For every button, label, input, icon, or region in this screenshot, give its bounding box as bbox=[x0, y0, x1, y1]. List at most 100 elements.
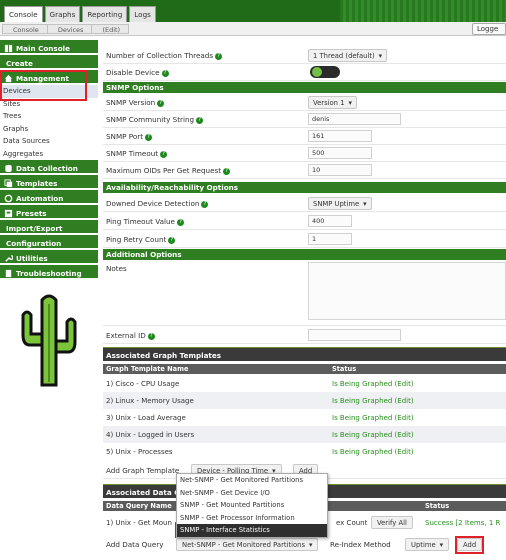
sidebar-configuration-label: Configuration bbox=[6, 238, 62, 248]
help-icon[interactable]: ? bbox=[145, 133, 153, 141]
external-id-row: External ID? bbox=[103, 327, 506, 344]
ping-retry-row: Ping Retry Count? 1 bbox=[103, 231, 506, 248]
snmp-port-input[interactable]: 161 bbox=[308, 130, 372, 142]
data-query-select[interactable]: Net-SNMP - Get Monitored Partitions bbox=[176, 538, 319, 551]
collection-threads-row: Number of Collection Threads? 1 Thread (… bbox=[103, 47, 506, 64]
downed-device-label: Downed Device Detection? bbox=[106, 199, 209, 208]
logout-button[interactable]: Logge bbox=[472, 23, 506, 35]
sidebar-import-export-label: Import/Export bbox=[6, 223, 63, 233]
ping-timeout-row: Ping Timeout Value? 400 bbox=[103, 213, 506, 230]
cactus-logo bbox=[21, 294, 77, 387]
graph-template-status[interactable]: Is Being Graphed (Edit) bbox=[332, 431, 414, 439]
dropdown-option[interactable]: SNMP - Get Mounted Partitions bbox=[177, 499, 327, 512]
tab-console[interactable]: Console bbox=[4, 6, 43, 22]
graph-templates-table-header: Graph Template Name Status bbox=[103, 364, 506, 374]
graph-template-status[interactable]: Is Being Graphed (Edit) bbox=[332, 448, 414, 456]
sidebar-item-graphs[interactable]: Graphs bbox=[0, 123, 98, 136]
external-id-input[interactable] bbox=[308, 329, 401, 341]
add-data-query-row: Add Data Query Net-SNMP - Get Monitored … bbox=[103, 535, 506, 553]
additional-options-header: Additional Options bbox=[103, 249, 506, 260]
help-icon[interactable]: ? bbox=[196, 116, 204, 124]
table-row: 3) Unix - Load Average Is Being Graphed … bbox=[103, 409, 506, 426]
breadcrumb-console[interactable]: Console bbox=[2, 24, 48, 34]
dropdown-option[interactable]: Net-SNMP - Get Device I/O bbox=[177, 487, 327, 500]
snmp-port-row: SNMP Port? 161 bbox=[103, 128, 506, 145]
sidebar-item-trees[interactable]: Trees bbox=[0, 110, 98, 123]
graph-template-name: 5) Unix - Processes bbox=[106, 448, 173, 456]
dropdown-option-selected[interactable]: SNMP - Interface Statistics bbox=[177, 524, 327, 537]
dropdown-option[interactable]: SNMP - Get Processor Information bbox=[177, 512, 327, 525]
snmp-community-label: SNMP Community String? bbox=[106, 115, 204, 124]
preset-icon bbox=[4, 209, 13, 217]
book-icon bbox=[4, 44, 13, 52]
graph-template-name: 3) Unix - Load Average bbox=[106, 414, 186, 422]
graph-template-status[interactable]: Is Being Graphed (Edit) bbox=[332, 397, 414, 405]
graph-template-name: 1) Cisco - CPU Usage bbox=[106, 380, 180, 388]
help-icon[interactable]: ? bbox=[157, 99, 165, 107]
tab-reporting[interactable]: Reporting bbox=[82, 6, 128, 22]
reindex-method-select[interactable]: Uptime bbox=[405, 538, 450, 551]
dropdown-option[interactable]: Net-SNMP - Get Monitored Partitions bbox=[177, 474, 327, 487]
ping-timeout-input[interactable]: 400 bbox=[308, 215, 352, 227]
help-icon[interactable]: ? bbox=[223, 167, 231, 175]
snmp-timeout-input[interactable]: 500 bbox=[308, 147, 372, 159]
help-icon[interactable]: ? bbox=[215, 52, 223, 60]
sidebar-create[interactable]: Create bbox=[0, 55, 98, 70]
graph-templates-header: Associated Graph Templates bbox=[103, 347, 506, 361]
external-id-label: External ID? bbox=[106, 331, 155, 340]
sidebar-configuration[interactable]: Configuration bbox=[0, 235, 98, 250]
graph-template-status[interactable]: Is Being Graphed (Edit) bbox=[332, 380, 414, 388]
snmp-version-select[interactable]: Version 1 bbox=[308, 96, 357, 109]
graph-template-status[interactable]: Is Being Graphed (Edit) bbox=[332, 414, 414, 422]
sidebar-main-console[interactable]: Main Console bbox=[0, 40, 98, 55]
breadcrumb: Console Devices (Edit) Logge bbox=[0, 22, 506, 36]
sidebar-presets[interactable]: Presets bbox=[0, 205, 98, 220]
snmp-port-label: SNMP Port? bbox=[106, 132, 153, 141]
main-tabs: Console Graphs Reporting Logs bbox=[4, 6, 156, 22]
sidebar-troubleshooting[interactable]: Troubleshooting bbox=[0, 265, 98, 280]
sidebar-import-export[interactable]: Import/Export bbox=[0, 220, 98, 235]
snmp-community-input[interactable]: denis bbox=[308, 113, 401, 125]
col-status: Status bbox=[332, 365, 357, 373]
help-icon[interactable]: ? bbox=[161, 69, 169, 77]
max-oids-row: Maximum OIDs Per Get Request? 10 bbox=[103, 162, 506, 179]
tab-logs[interactable]: Logs bbox=[129, 6, 156, 22]
sidebar: Main Console Create Management Devices S… bbox=[0, 40, 98, 560]
sidebar-utilities[interactable]: Utilities bbox=[0, 250, 98, 265]
sidebar-automation[interactable]: Automation bbox=[0, 190, 98, 205]
sidebar-utilities-label: Utilities bbox=[16, 253, 48, 263]
document-icon bbox=[5, 269, 12, 277]
breadcrumb-edit: (Edit) bbox=[91, 24, 130, 34]
snmp-timeout-label: SNMP Timeout? bbox=[106, 149, 168, 158]
sidebar-templates-label: Templates bbox=[16, 178, 58, 188]
notes-textarea[interactable] bbox=[308, 262, 506, 320]
table-row: 1) Cisco - CPU Usage Is Being Graphed (E… bbox=[103, 375, 506, 392]
snmp-version-label: SNMP Version? bbox=[106, 98, 165, 107]
help-icon[interactable]: ? bbox=[160, 150, 168, 158]
data-query-name: 1) Unix - Get Moun bbox=[106, 519, 172, 527]
max-oids-input[interactable]: 10 bbox=[308, 164, 372, 176]
collection-threads-select[interactable]: 1 Thread (default) bbox=[308, 49, 388, 62]
graph-template-name: 2) Linux - Memory Usage bbox=[106, 397, 194, 405]
max-oids-label: Maximum OIDs Per Get Request? bbox=[106, 166, 231, 175]
col-data-query-name: Data Query Name bbox=[106, 502, 172, 510]
help-icon[interactable]: ? bbox=[176, 218, 184, 226]
sidebar-item-aggregates[interactable]: Aggregates bbox=[0, 148, 98, 161]
sidebar-data-collection[interactable]: Data Collection bbox=[0, 160, 98, 175]
notes-label: Notes bbox=[106, 264, 127, 273]
downed-device-select[interactable]: SNMP Uptime bbox=[308, 197, 372, 210]
help-icon[interactable]: ? bbox=[201, 200, 209, 208]
copy-icon bbox=[4, 178, 13, 187]
help-icon[interactable]: ? bbox=[168, 236, 176, 244]
sidebar-item-data-sources[interactable]: Data Sources bbox=[0, 135, 98, 148]
help-icon[interactable]: ? bbox=[147, 332, 155, 340]
sidebar-presets-label: Presets bbox=[16, 208, 47, 218]
tab-graphs[interactable]: Graphs bbox=[44, 6, 81, 22]
col-graph-template-name: Graph Template Name bbox=[106, 365, 189, 373]
ping-retry-input[interactable]: 1 bbox=[308, 233, 352, 245]
disable-device-toggle[interactable] bbox=[310, 66, 340, 78]
verify-all-button[interactable]: Verify All bbox=[371, 516, 413, 529]
disable-device-label: Disable Device? bbox=[106, 68, 169, 77]
breadcrumb-devices[interactable]: Devices bbox=[46, 24, 93, 34]
sidebar-templates[interactable]: Templates bbox=[0, 175, 98, 190]
